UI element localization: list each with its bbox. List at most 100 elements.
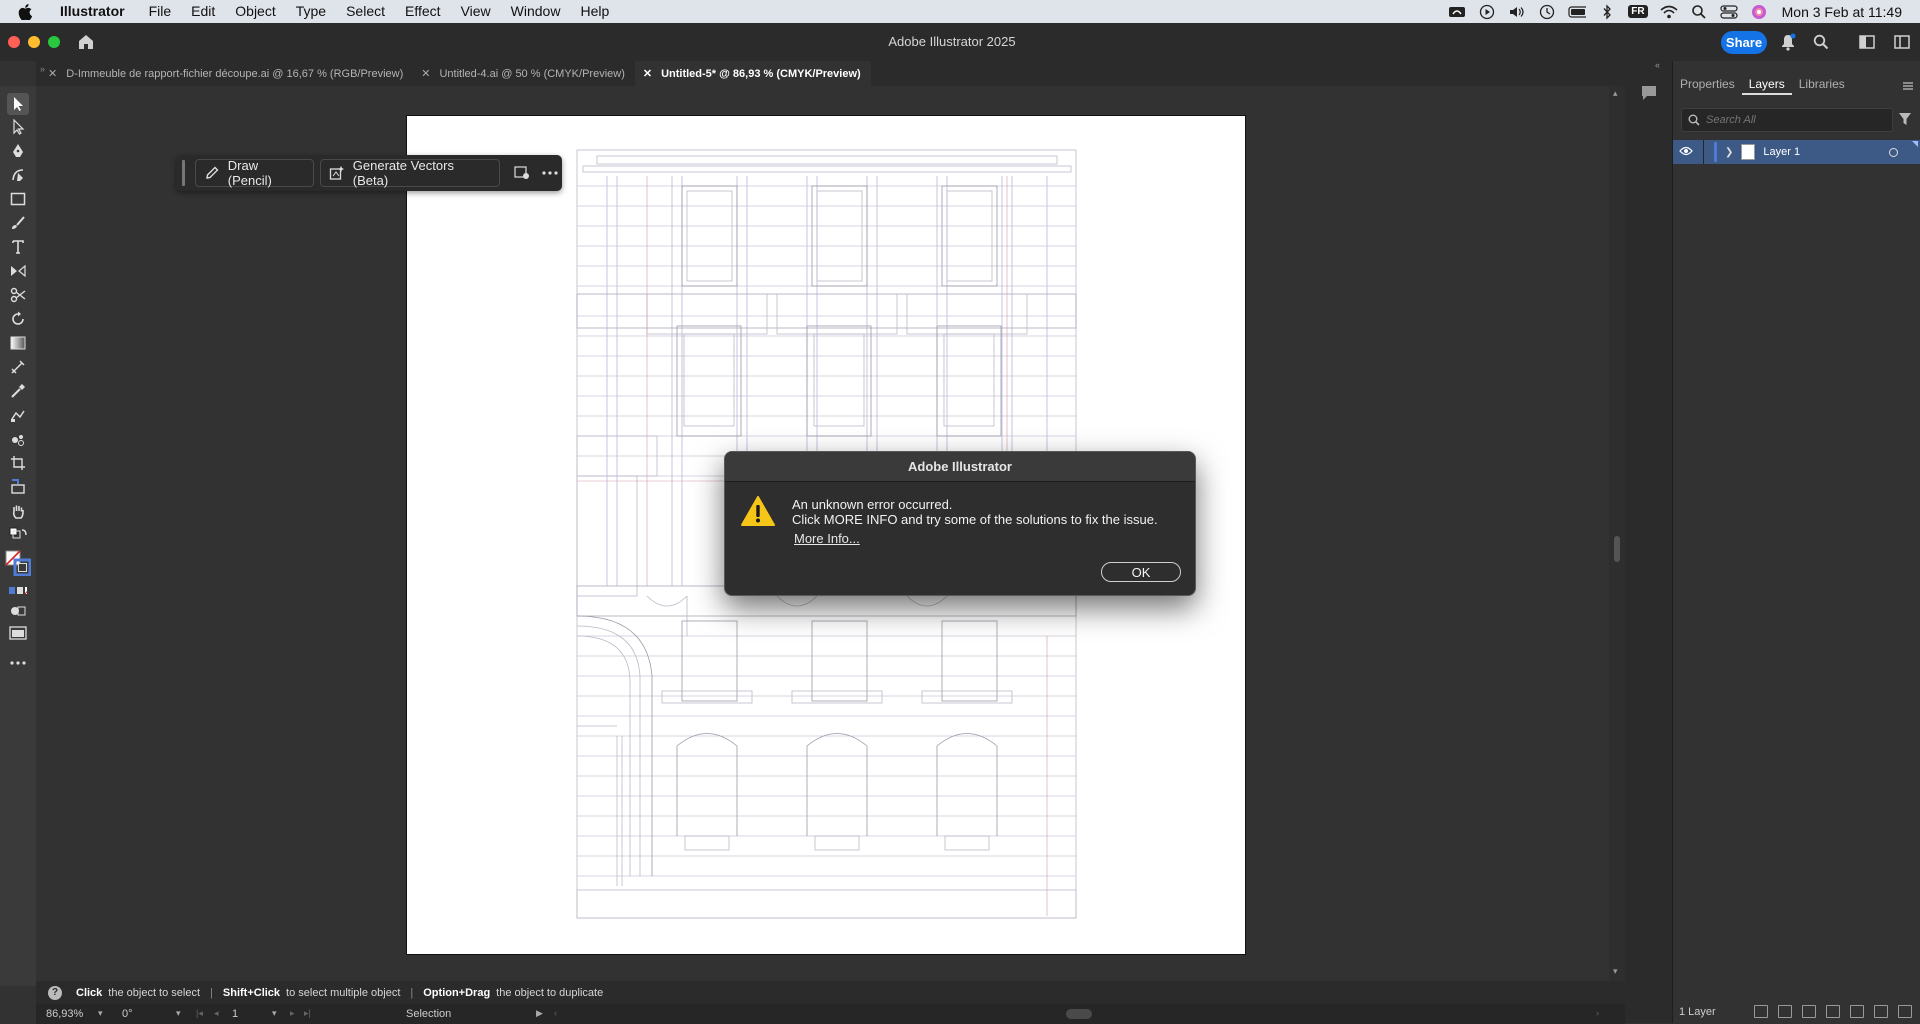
close-tab-icon[interactable]: ✕	[48, 67, 57, 80]
taskbar-options-icon[interactable]	[510, 161, 534, 185]
previous-artboard-icon[interactable]: ◂	[214, 1008, 219, 1019]
scroll-down-icon[interactable]: ▾	[1613, 966, 1618, 977]
gradient-tool-icon[interactable]	[9, 334, 27, 352]
menu-bar-clock[interactable]: Mon 3 Feb at 11:49	[1782, 4, 1902, 20]
width-tool-icon[interactable]	[9, 262, 27, 280]
visibility-eye-icon[interactable]	[1679, 146, 1699, 159]
symbol-sprayer-tool-icon[interactable]	[9, 430, 27, 448]
next-artboard-icon[interactable]: ▸	[290, 1008, 295, 1019]
close-tab-icon[interactable]: ✕	[643, 67, 652, 80]
menu-file[interactable]: File	[139, 0, 182, 23]
fill-stroke-swatch[interactable]	[5, 550, 31, 576]
scroll-right-icon[interactable]: ›	[1596, 1008, 1599, 1018]
spotlight-search-icon[interactable]	[1690, 4, 1708, 20]
blend-tool-icon[interactable]	[9, 406, 27, 424]
layer-name[interactable]: Layer 1	[1763, 146, 1800, 158]
bluetooth-icon[interactable]	[1598, 3, 1616, 20]
export-icon[interactable]	[1754, 1005, 1768, 1018]
layer-row[interactable]: ❯ Layer 1	[1673, 140, 1920, 164]
control-center-icon[interactable]	[1720, 4, 1738, 20]
current-tool-status[interactable]: Selection	[406, 1008, 451, 1020]
first-artboard-icon[interactable]: |◂	[196, 1008, 203, 1019]
hand-tool-icon[interactable]	[9, 502, 27, 520]
comments-icon[interactable]	[1640, 84, 1658, 107]
draw-pencil-button[interactable]: Draw (Pencil)	[194, 158, 314, 188]
rotation-dropdown-chevron-icon[interactable]: ▾	[176, 1008, 181, 1019]
default-colors-icon[interactable]	[9, 526, 27, 544]
apple-menu-icon[interactable]	[18, 3, 40, 20]
scissors-tool-icon[interactable]	[9, 286, 27, 304]
input-source-indicator[interactable]: FR	[1628, 5, 1648, 18]
generate-vectors-button[interactable]: Generate Vectors (Beta)	[319, 158, 501, 188]
menu-type[interactable]: Type	[286, 0, 336, 23]
creative-cloud-icon[interactable]	[1448, 4, 1466, 20]
more-info-link[interactable]: More Info...	[794, 531, 860, 546]
document-tab[interactable]: ✕ D-Immeuble de rapport-fichier découpe.…	[40, 61, 414, 86]
layers-search[interactable]	[1681, 108, 1893, 132]
status-menu-arrow-icon[interactable]: ▶	[536, 1008, 543, 1019]
menu-help[interactable]: Help	[570, 0, 619, 23]
document-tab[interactable]: ✕ Untitled-4.ai @ 50 % (CMYK/Preview)	[413, 61, 635, 86]
expand-panels-icon[interactable]: «	[1655, 60, 1660, 70]
draw-mode-icon[interactable]	[9, 602, 27, 620]
help-icon[interactable]: ?	[48, 985, 62, 1000]
collect-in-new-layer-icon[interactable]	[1850, 1005, 1864, 1018]
layer-target-icon[interactable]	[1889, 147, 1898, 157]
delete-layer-icon[interactable]	[1898, 1005, 1912, 1018]
panel-menu-icon[interactable]	[1902, 78, 1914, 96]
lock-column[interactable]	[1703, 140, 1704, 164]
close-tab-icon[interactable]: ✕	[421, 67, 430, 80]
locate-object-icon[interactable]	[1778, 1005, 1792, 1018]
zoom-dropdown-chevron-icon[interactable]: ▾	[98, 1008, 103, 1019]
volume-icon[interactable]	[1508, 4, 1526, 20]
horizontal-scroll-thumb[interactable]	[1066, 1009, 1092, 1019]
zoom-level-field[interactable]: 86,93%	[46, 1008, 83, 1020]
ok-button[interactable]: OK	[1101, 562, 1181, 582]
menu-window[interactable]: Window	[501, 0, 571, 23]
tab-layers[interactable]: Layers	[1741, 73, 1792, 95]
selection-tool-icon[interactable]	[7, 93, 29, 115]
slice-tool-icon[interactable]	[9, 478, 27, 496]
screen-mode-icon[interactable]	[9, 624, 27, 642]
share-button[interactable]: Share	[1721, 31, 1767, 54]
menu-edit[interactable]: Edit	[181, 0, 225, 23]
tab-properties[interactable]: Properties	[1673, 73, 1742, 95]
taskbar-drag-handle[interactable]	[182, 160, 185, 186]
siri-icon[interactable]	[1750, 4, 1768, 20]
layers-search-input[interactable]	[1706, 114, 1866, 126]
play-icon[interactable]	[1478, 4, 1496, 20]
expand-layer-chevron-icon[interactable]: ❯	[1725, 147, 1733, 158]
mesh-tool-icon[interactable]	[9, 358, 27, 376]
battery-icon[interactable]	[1568, 4, 1587, 20]
type-tool-icon[interactable]	[9, 238, 27, 256]
panel-toggle-icon[interactable]	[1893, 33, 1911, 51]
scroll-left-icon[interactable]: ‹	[554, 1008, 557, 1018]
edit-toolbar-more-icon[interactable]	[9, 654, 27, 672]
scroll-up-icon[interactable]: ▴	[1613, 88, 1618, 99]
direct-selection-tool-icon[interactable]	[9, 118, 27, 136]
more-options-icon[interactable]	[538, 161, 562, 185]
rotation-field[interactable]: 0°	[122, 1008, 133, 1020]
color-mode-icons[interactable]	[9, 582, 27, 600]
menu-effect[interactable]: Effect	[395, 0, 451, 23]
artboard-number-field[interactable]: 1	[232, 1008, 238, 1020]
eyedropper-tool-icon[interactable]	[9, 382, 27, 400]
artboard-dropdown-chevron-icon[interactable]: ▾	[272, 1008, 277, 1019]
notifications-bell-icon[interactable]	[1779, 33, 1797, 51]
menu-app-name[interactable]: Illustrator	[56, 0, 139, 23]
tab-libraries[interactable]: Libraries	[1792, 73, 1852, 95]
time-machine-icon[interactable]	[1538, 4, 1556, 20]
new-layer-icon[interactable]	[1874, 1005, 1888, 1018]
menu-object[interactable]: Object	[225, 0, 285, 23]
document-tab-active[interactable]: ✕ Untitled-5* @ 86,93 % (CMYK/Preview)	[634, 61, 871, 86]
collapse-toolbar-icon[interactable]: »	[40, 64, 45, 74]
wifi-icon[interactable]	[1660, 4, 1678, 20]
scroll-thumb[interactable]	[1614, 536, 1620, 562]
menu-select[interactable]: Select	[336, 0, 395, 23]
filter-icon[interactable]	[1898, 112, 1912, 131]
create-sublayer-icon[interactable]	[1826, 1005, 1840, 1018]
workspace-switcher-icon[interactable]	[1858, 33, 1876, 51]
search-icon[interactable]	[1812, 33, 1830, 51]
curvature-tool-icon[interactable]	[9, 166, 27, 184]
make-clipping-mask-icon[interactable]	[1802, 1005, 1816, 1018]
